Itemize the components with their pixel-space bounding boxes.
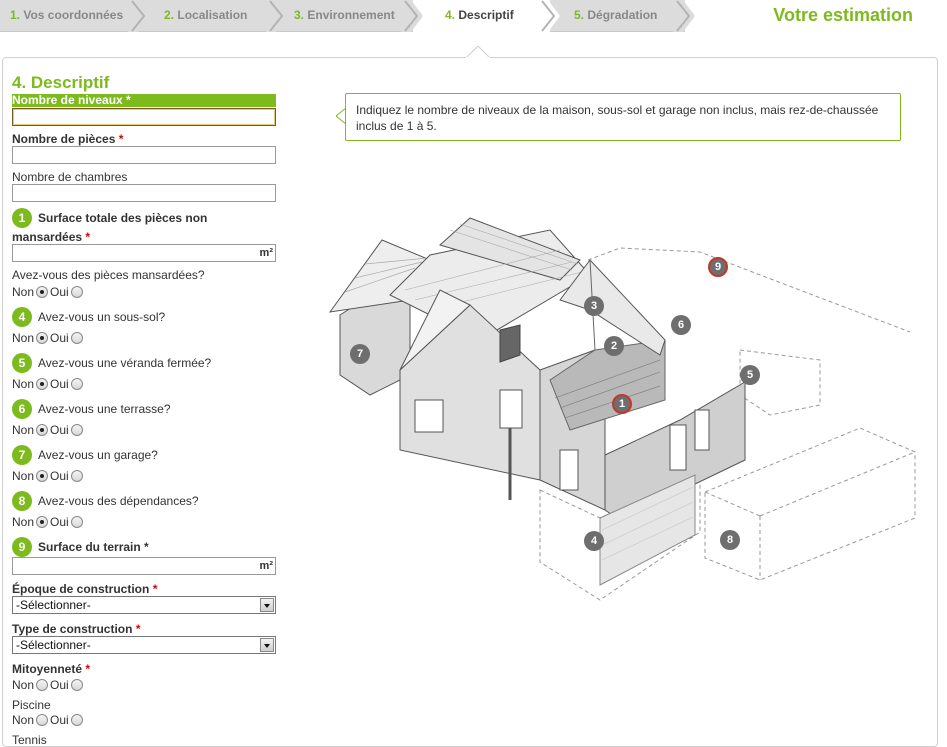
dropdown-arrow-icon[interactable] [260,638,274,652]
step-degradation[interactable]: 5. Dégradation [550,0,695,32]
step-descriptif[interactable]: 4. Descriptif [413,0,560,32]
wizard-steps: 1. Vos coordonnées 2. Localisation 3. En… [0,0,947,34]
step-environnement[interactable]: 3. Environnement [278,0,423,32]
marker-8[interactable]: 8 [720,530,740,550]
step-label: Vos coordonnées [23,8,124,22]
piscine-label: Piscine [12,698,51,712]
marker-3[interactable]: 3 [584,296,604,316]
marker-5[interactable]: 5 [740,365,760,385]
marker-7[interactable]: 7 [350,344,370,364]
garage-radios: Non Oui [12,469,85,483]
pieces-label: Nombre de pièces * [12,132,124,146]
soussol-label: Avez-vous un sous-sol? [38,310,166,324]
type-select[interactable]: -Sélectionner- [12,636,276,654]
terrain-input[interactable]: m² [12,557,276,575]
form-title: 4. Descriptif [12,73,110,92]
radio-oui[interactable] [70,424,83,436]
piscine-radios: Non Oui [12,713,85,727]
dependances-radios: Non Oui [12,515,85,529]
step-label: Descriptif [458,8,514,22]
mitoyennete-label: Mitoyenneté * [12,662,91,676]
pieces-input[interactable] [12,146,276,164]
active-step-notch [466,46,490,58]
step-number: 5. [574,8,585,22]
unit-label: m² [259,247,273,259]
chambres-label: Nombre de chambres [12,170,128,184]
terrasse-label: Avez-vous une terrasse? [38,402,171,416]
surface-badge: 1 [12,208,32,228]
step-localisation[interactable]: 2. Localisation [140,0,288,32]
radio-non[interactable] [36,470,49,482]
veranda-radios: Non Oui [12,377,85,391]
chevron-right-icon [266,0,288,32]
veranda-badge: 5 [12,353,32,373]
step-coordonnees[interactable]: 1. Vos coordonnées [0,0,150,32]
garage-badge: 7 [12,445,32,465]
radio-oui[interactable] [70,714,83,726]
chevron-right-icon [673,0,695,32]
chevron-right-icon [128,0,150,32]
house-illustration: 1 2 3 4 5 6 7 8 9 [320,200,930,610]
radio-non[interactable] [36,332,49,344]
mansardees-radios: Non Oui [12,285,85,299]
chevron-right-icon [401,0,423,32]
radio-oui[interactable] [70,286,83,298]
mitoyennete-radios: Non Oui [12,678,85,692]
help-tooltip: Indiquez le nombre de niveaux de la mais… [345,93,901,141]
radio-non[interactable] [36,516,49,528]
marker-4[interactable]: 4 [584,531,604,551]
radio-oui[interactable] [70,332,83,344]
radio-oui[interactable] [70,679,83,691]
step-label: Localisation [177,8,248,22]
chevron-right-icon [538,0,560,32]
unit-label: m² [259,560,273,572]
soussol-radios: Non Oui [12,331,85,345]
surface-label-cont: mansardées * [12,230,91,244]
marker-2[interactable]: 2 [604,336,624,356]
radio-oui[interactable] [70,516,83,528]
epoque-select[interactable]: -Sélectionner- [12,596,276,614]
dependances-label: Avez-vous des dépendances? [38,494,199,508]
terrain-label: Surface du terrain * [38,540,149,554]
terrain-badge: 9 [12,537,32,557]
niveaux-input[interactable] [12,108,276,126]
mansardees-label: Avez-vous des pièces mansardées? [12,268,205,282]
dropdown-arrow-icon[interactable] [260,598,274,612]
step-number: 2. [164,8,175,22]
niveaux-label: Nombre de niveaux * [12,94,276,107]
terrasse-badge: 6 [12,399,32,419]
step-number: 3. [294,8,305,22]
garage-label: Avez-vous un garage? [38,448,158,462]
step-label: Environnement [307,8,395,22]
step-label: Dégradation [587,8,658,22]
marker-9[interactable]: 9 [708,257,728,277]
dependances-badge: 8 [12,491,32,511]
soussol-badge: 4 [12,307,32,327]
surface-input[interactable]: m² [12,244,276,262]
epoque-label: Époque de construction * [12,582,158,596]
chambres-input[interactable] [12,184,276,202]
surface-label: Surface totale des pièces non [38,211,208,225]
radio-non[interactable] [36,378,49,390]
terrasse-radios: Non Oui [12,423,85,437]
tennis-label: Tennis [12,733,47,747]
type-label: Type de construction * [12,622,141,636]
radio-non[interactable] [36,424,49,436]
radio-oui[interactable] [70,470,83,482]
marker-6[interactable]: 6 [671,315,691,335]
marker-1[interactable]: 1 [612,394,632,414]
estimate-title: Votre estimation [773,5,913,25]
radio-oui[interactable] [70,378,83,390]
veranda-label: Avez-vous une véranda fermée? [38,356,212,370]
radio-non[interactable] [36,679,49,691]
step-number: 4. [445,8,456,22]
radio-non[interactable] [36,714,49,726]
step-number: 1. [10,8,21,22]
radio-non[interactable] [36,286,49,298]
